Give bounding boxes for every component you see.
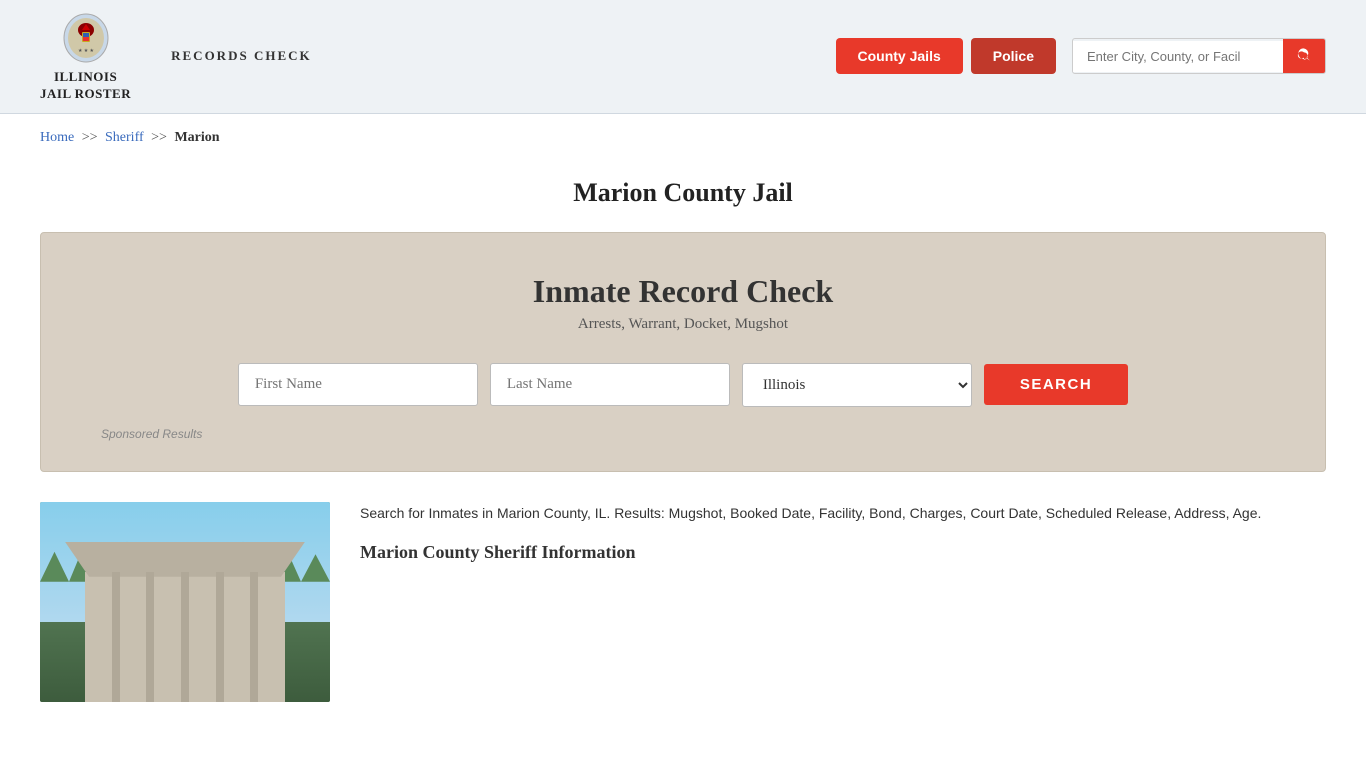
state-select[interactable]: AlabamaAlaskaArizonaArkansasCaliforniaCo…	[742, 363, 972, 407]
facility-info: Search for Inmates in Marion County, IL.…	[360, 502, 1326, 702]
site-logo[interactable]: ★ ★ ★ ILLINOISJAIL ROSTER	[40, 10, 131, 103]
main-nav: County Jails Police	[836, 38, 1057, 74]
page-title: Marion County Jail	[0, 178, 1366, 208]
breadcrumb: Home >> Sheriff >> Marion	[0, 114, 1366, 162]
breadcrumb-sheriff[interactable]: Sheriff	[105, 130, 144, 145]
inmate-search-card: Inmate Record Check Arrests, Warrant, Do…	[40, 232, 1326, 472]
records-check-link[interactable]: RECORDS CHECK	[171, 48, 312, 64]
breadcrumb-current: Marion	[174, 130, 219, 145]
svg-text:★ ★ ★: ★ ★ ★	[78, 48, 94, 54]
first-name-input[interactable]	[238, 363, 478, 406]
header-search-button[interactable]	[1283, 39, 1325, 73]
facility-sub-heading: Marion County Sheriff Information	[360, 542, 1326, 563]
last-name-input[interactable]	[490, 363, 730, 406]
search-icon	[1296, 48, 1312, 64]
facility-description: Search for Inmates in Marion County, IL.…	[360, 502, 1326, 526]
inmate-search-button[interactable]: SEARCH	[984, 364, 1128, 405]
breadcrumb-home[interactable]: Home	[40, 130, 74, 145]
facility-image	[40, 502, 330, 702]
logo-text: ILLINOISJAIL ROSTER	[40, 69, 131, 103]
police-button[interactable]: Police	[971, 38, 1056, 74]
breadcrumb-sep-1: >>	[82, 130, 98, 145]
site-header: ★ ★ ★ ILLINOISJAIL ROSTER RECORDS CHECK …	[0, 0, 1366, 114]
search-card-title: Inmate Record Check	[101, 273, 1265, 310]
header-search-input[interactable]	[1073, 41, 1283, 72]
sponsored-label: Sponsored Results	[101, 427, 1265, 441]
header-search-bar	[1072, 38, 1326, 74]
breadcrumb-sep-2: >>	[151, 130, 167, 145]
illinois-seal-icon: ★ ★ ★	[61, 10, 111, 65]
inmate-search-form: AlabamaAlaskaArizonaArkansasCaliforniaCo…	[101, 363, 1265, 407]
county-jails-button[interactable]: County Jails	[836, 38, 963, 74]
facility-section: Search for Inmates in Marion County, IL.…	[40, 502, 1326, 732]
search-card-subtitle: Arrests, Warrant, Docket, Mugshot	[101, 316, 1265, 333]
